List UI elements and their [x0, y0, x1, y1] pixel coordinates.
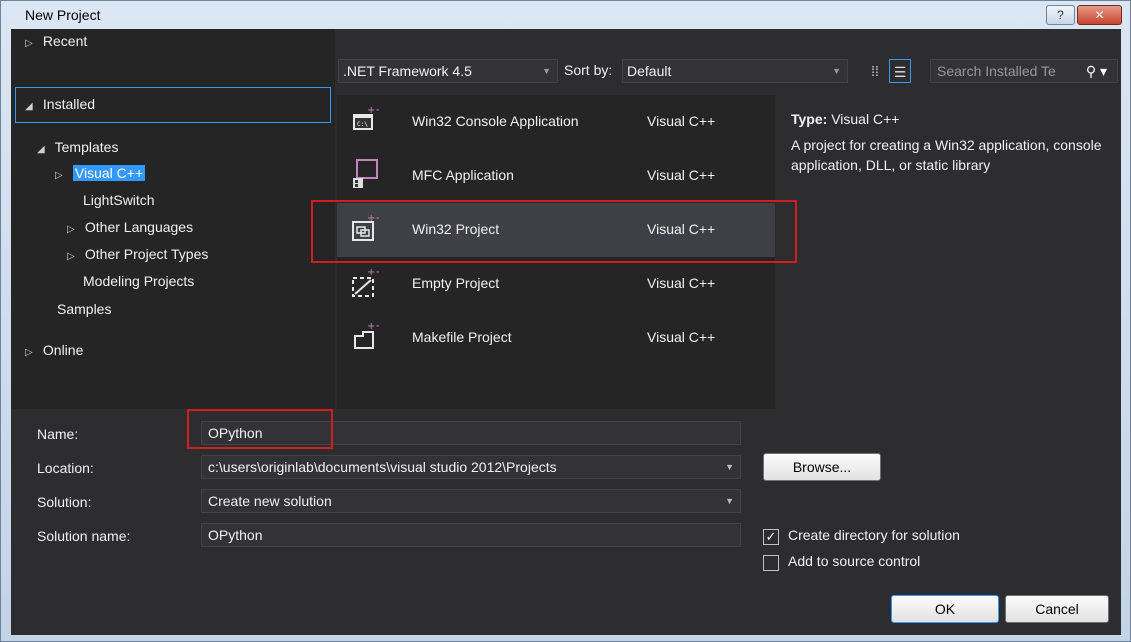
nav-other-project-types-label: Other Project Types: [84, 246, 209, 262]
highlight-annotation: [187, 409, 333, 449]
nav-lightswitch-label: LightSwitch: [83, 192, 155, 208]
highlight-annotation: [311, 200, 797, 263]
template-name: Win32 Console Application: [412, 113, 579, 129]
template-item[interactable]: ++ Empty Project Visual C++: [337, 257, 775, 311]
type-value: Visual C++: [831, 111, 900, 127]
template-lang: Visual C++: [647, 275, 716, 291]
expand-arrow-icon: ▷: [25, 38, 33, 49]
nav-online-label: Online: [42, 342, 84, 358]
description-text: A project for creating a Win32 applicati…: [791, 137, 1102, 173]
expand-arrow-icon: ▷: [55, 170, 63, 181]
location-value: c:\users\originlab\documents\visual stud…: [208, 459, 557, 475]
makefile-project-icon: ++: [354, 321, 379, 349]
search-placeholder: Search Installed Te: [937, 63, 1056, 79]
search-input[interactable]: Search Installed Te ⚲ ▾: [930, 59, 1118, 83]
template-name: MFC Application: [412, 167, 514, 183]
template-description: Type: Visual C++ A project for creating …: [791, 109, 1121, 175]
nav-other-project-types[interactable]: ▷ Other Project Types: [67, 246, 208, 262]
svg-text:C:\: C:\: [357, 121, 368, 128]
solution-name-label: Solution name:: [37, 528, 131, 544]
help-button[interactable]: ?: [1046, 5, 1075, 25]
chevron-down-icon: ▼: [542, 66, 551, 76]
mfc-app-icon: [353, 159, 378, 188]
checkbox-empty[interactable]: [763, 555, 779, 571]
create-directory-label: Create directory for solution: [788, 527, 960, 543]
name-label: Name:: [37, 426, 79, 442]
nav-samples-label: Samples: [57, 301, 112, 317]
cancel-button[interactable]: Cancel: [1005, 595, 1109, 623]
empty-project-icon: ++: [352, 267, 379, 297]
template-lang: Visual C++: [647, 113, 716, 129]
svg-text:++: ++: [367, 321, 379, 332]
location-label: Location:: [37, 460, 94, 476]
close-button[interactable]: ✕: [1077, 5, 1122, 25]
template-nav-tree: ▷ Recent ◢ Installed ◢ Templates ▷ Visua…: [11, 29, 335, 409]
nav-other-languages-label: Other Languages: [84, 219, 194, 235]
console-app-icon: C:\ ++: [353, 105, 379, 130]
new-project-dialog: New Project ? ✕ ▷ Recent ◢ Installed ◢ T…: [0, 0, 1131, 642]
framework-select-value: .NET Framework 4.5: [343, 63, 472, 79]
template-item[interactable]: MFC Application Visual C++: [337, 149, 775, 203]
expand-arrow-icon: ▷: [67, 224, 75, 235]
sort-select-value: Default: [627, 63, 672, 79]
search-icon[interactable]: ⚲ ▾: [1086, 60, 1107, 82]
svg-text:++: ++: [367, 105, 379, 116]
solution-value: Create new solution: [208, 493, 332, 509]
nav-visual-cpp[interactable]: ▷ Visual C++: [55, 165, 146, 181]
ok-button[interactable]: OK: [891, 595, 999, 623]
sort-by-label: Sort by:: [564, 62, 613, 78]
nav-recent[interactable]: ▷ Recent: [25, 33, 87, 49]
template-toolbar: .NET Framework 4.5 ▼ Sort by: Default ▼ …: [338, 59, 1121, 83]
solution-select[interactable]: Create new solution ▼: [201, 489, 741, 513]
chevron-down-icon: ▼: [725, 496, 734, 506]
dialog-client: ▷ Recent ◢ Installed ◢ Templates ▷ Visua…: [11, 29, 1121, 635]
template-item[interactable]: ++ Makefile Project Visual C++: [337, 311, 775, 365]
collapse-arrow-icon: ◢: [37, 144, 45, 155]
nav-visual-cpp-label: Visual C++: [72, 165, 146, 181]
template-name: Makefile Project: [412, 329, 512, 345]
solution-label: Solution:: [37, 494, 92, 510]
expand-arrow-icon: ▷: [67, 251, 75, 262]
collapse-arrow-icon: ◢: [25, 101, 33, 112]
template-lang: Visual C++: [647, 167, 716, 183]
solution-name-value: OPython: [208, 527, 263, 543]
nav-modeling-projects[interactable]: Modeling Projects: [83, 273, 194, 289]
add-source-control-label: Add to source control: [788, 553, 921, 569]
nav-lightswitch[interactable]: LightSwitch: [83, 192, 155, 208]
chevron-down-icon: ▼: [832, 66, 841, 76]
nav-samples[interactable]: Samples: [57, 301, 111, 317]
nav-installed-label: Installed: [42, 96, 96, 112]
svg-text:++: ++: [367, 267, 379, 278]
solution-name-input[interactable]: OPython: [201, 523, 741, 547]
nav-online[interactable]: ▷ Online: [25, 342, 83, 358]
nav-recent-label: Recent: [42, 33, 88, 49]
title-bar: New Project ? ✕: [1, 1, 1130, 29]
template-name: Empty Project: [412, 275, 500, 291]
nav-installed[interactable]: ◢ Installed: [25, 96, 95, 112]
location-select[interactable]: c:\users\originlab\documents\visual stud…: [201, 455, 741, 479]
nav-modeling-projects-label: Modeling Projects: [83, 273, 195, 289]
nav-other-languages[interactable]: ▷ Other Languages: [67, 219, 193, 235]
small-icons-view-icon[interactable]: ⁞⁞: [864, 59, 886, 83]
framework-select[interactable]: .NET Framework 4.5 ▼: [338, 59, 558, 83]
list-view-icon[interactable]: ☰: [889, 59, 911, 83]
checkmark-icon[interactable]: ✓: [763, 529, 779, 545]
dialog-title: New Project: [25, 7, 101, 23]
expand-arrow-icon: ▷: [25, 347, 33, 358]
nav-templates[interactable]: ◢ Templates: [37, 139, 118, 155]
sort-select[interactable]: Default ▼: [622, 59, 848, 83]
chevron-down-icon: ▼: [725, 462, 734, 472]
nav-templates-label: Templates: [54, 139, 119, 155]
browse-button[interactable]: Browse...: [763, 453, 881, 481]
template-lang: Visual C++: [647, 329, 716, 345]
type-label: Type:: [791, 111, 828, 127]
template-item[interactable]: C:\ ++ Win32 Console Application Visual …: [337, 95, 775, 149]
